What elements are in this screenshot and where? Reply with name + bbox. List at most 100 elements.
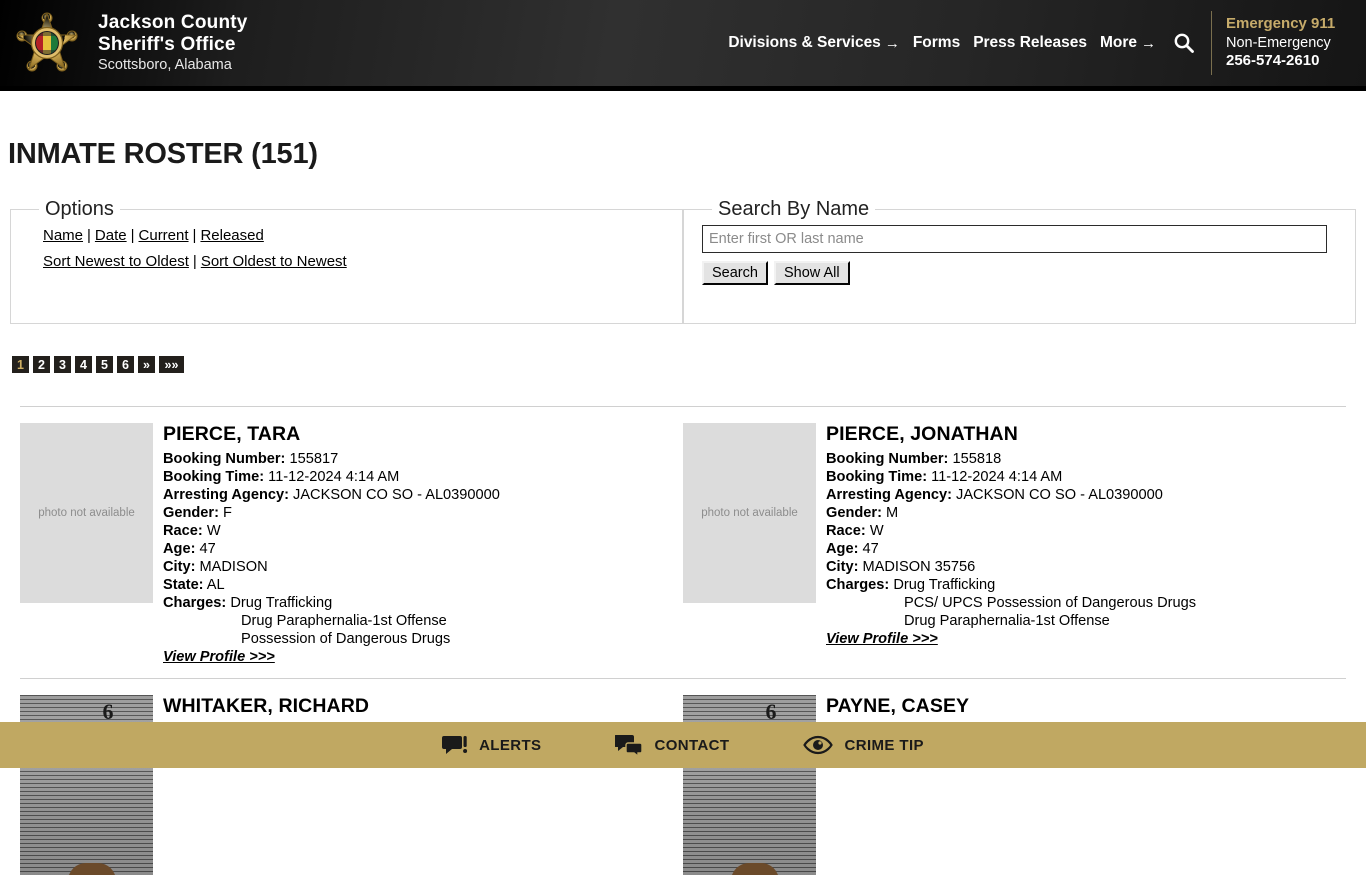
- option-link-name[interactable]: Name: [43, 227, 83, 244]
- nav-label: Divisions & Services: [728, 34, 881, 51]
- show-all-button[interactable]: Show All: [773, 261, 850, 285]
- field-value: F: [223, 505, 232, 521]
- option-link-sort-oldest-to-newest[interactable]: Sort Oldest to Newest: [201, 253, 347, 270]
- inmate-roster: photo not available PIERCE, TARA Booking…: [20, 406, 1346, 887]
- field-age: Age: 47: [826, 540, 1334, 558]
- field-gender: Gender: F: [163, 504, 671, 522]
- inmate-card: photo not available PIERCE, JONATHAN Boo…: [683, 423, 1346, 666]
- nav-item-press-releases[interactable]: Press Releases: [973, 34, 1087, 52]
- search-input[interactable]: [702, 225, 1327, 253]
- field-value: MADISON: [199, 559, 268, 575]
- field-label: Booking Time:: [826, 469, 928, 485]
- field-label: Gender:: [826, 505, 882, 521]
- alert-bubble-icon: [442, 734, 468, 756]
- brand-text: Jackson County Sheriff's Office Scottsbo…: [98, 12, 248, 75]
- separator: |: [130, 227, 135, 244]
- nav-label: Forms: [912, 34, 961, 51]
- field-label: City:: [826, 559, 859, 575]
- photo-not-available-placeholder: photo not available: [683, 423, 816, 603]
- page-link-5[interactable]: 5: [96, 356, 113, 373]
- inmate-card: photo not available PIERCE, TARA Booking…: [20, 423, 683, 666]
- charge-item: Drug Trafficking: [230, 595, 333, 611]
- non-emergency-label: Non-Emergency: [1226, 34, 1331, 51]
- inmate-info: PIERCE, JONATHAN Booking Number: 155818 …: [826, 423, 1334, 666]
- inmate-info: PIERCE, TARA Booking Number: 155817 Book…: [163, 423, 671, 666]
- page-link-next[interactable]: »: [138, 356, 155, 373]
- field-label: Age:: [163, 541, 196, 557]
- inmate-name: WHITAKER, RICHARD: [163, 695, 370, 717]
- bottom-action-bar: ALERTS CONTACT CRIME TIP: [0, 722, 1366, 768]
- separator: |: [192, 227, 197, 244]
- option-link-date[interactable]: Date: [95, 227, 127, 244]
- bottom-item-alerts[interactable]: ALERTS: [442, 734, 541, 756]
- search-panel-legend: Search By Name: [718, 198, 870, 220]
- inmate-name: PIERCE, JONATHAN: [826, 423, 1018, 445]
- brand[interactable]: Jackson County Sheriff's Office Scottsbo…: [0, 5, 248, 81]
- nav-item-forms[interactable]: Forms: [913, 34, 960, 52]
- separator: |: [87, 227, 91, 244]
- charge-item: Drug Trafficking: [893, 577, 996, 593]
- page-link-6[interactable]: 6: [117, 356, 134, 373]
- field-booking-number: Booking Number: 155817: [163, 450, 671, 468]
- field-value: 155817: [289, 451, 339, 467]
- view-profile-link[interactable]: View Profile >>>: [826, 631, 938, 647]
- field-label: Age:: [826, 541, 859, 557]
- option-link-released[interactable]: Released: [200, 227, 263, 244]
- roster-row: 6 WHITAKER, RICHARD 6 PAYNE, CASEY: [20, 678, 1346, 887]
- arrow-right-icon: →: [884, 34, 900, 52]
- page-link-2[interactable]: 2: [33, 356, 50, 373]
- option-link-current[interactable]: Current: [139, 227, 189, 244]
- field-value: 155818: [952, 451, 1002, 467]
- bottom-item-label: CRIME TIP: [844, 736, 924, 754]
- header-right: Divisions & Services → Forms Press Relea…: [728, 0, 1366, 86]
- field-state: State: AL: [163, 576, 671, 594]
- field-value: 47: [199, 541, 216, 557]
- charge-item: Drug Paraphernalia-1st Offense: [241, 613, 447, 629]
- field-booking-time: Booking Time: 11-12-2024 4:14 AM: [163, 468, 671, 486]
- field-label: Booking Number:: [163, 451, 286, 467]
- search-button[interactable]: Search: [702, 261, 768, 285]
- field-label: Charges:: [163, 595, 227, 611]
- photo-not-available-placeholder: photo not available: [20, 423, 153, 603]
- option-link-sort-newest-to-oldest[interactable]: Sort Newest to Oldest: [43, 253, 189, 270]
- search-icon[interactable]: [1171, 30, 1197, 56]
- options-row-sort: Sort Newest to Oldest | Sort Oldest to New…: [43, 249, 672, 275]
- field-value: 11-12-2024 4:14 AM: [268, 469, 400, 485]
- header-divider: [0, 86, 1366, 91]
- brand-line-office: Sheriff's Office: [98, 33, 236, 55]
- bottom-item-contact[interactable]: CONTACT: [615, 734, 729, 756]
- nav-label: More: [1099, 34, 1137, 51]
- options-row-filters: Name | Date | Current | Released: [43, 223, 672, 249]
- field-value: MADISON 35756: [862, 559, 976, 575]
- charge-item: Drug Paraphernalia-1st Offense: [904, 613, 1110, 629]
- field-label: Race:: [826, 523, 866, 539]
- separator: |: [192, 253, 197, 270]
- nav-item-divisions-services[interactable]: Divisions & Services →: [728, 34, 900, 52]
- field-label: Arresting Agency:: [163, 487, 289, 503]
- emergency-contact-block: Emergency 911 Non-Emergency 256-574-2610: [1211, 11, 1366, 75]
- field-label: Charges:: [826, 577, 890, 593]
- nav-item-more[interactable]: More →: [1100, 34, 1156, 52]
- field-label: Race:: [163, 523, 203, 539]
- field-gender: Gender: M: [826, 504, 1334, 522]
- inmate-name: PIERCE, TARA: [163, 423, 301, 445]
- page-link-last[interactable]: »»: [159, 356, 184, 373]
- brand-line-county: Jackson County: [98, 11, 248, 33]
- field-arresting-agency: Arresting Agency: JACKSON CO SO - AL0390…: [163, 486, 671, 504]
- page-link-1[interactable]: 1: [12, 356, 29, 373]
- options-panel: Options Name | Date | Current | Released Sort …: [10, 198, 683, 324]
- field-value: AL: [206, 577, 225, 593]
- page-link-3[interactable]: 3: [54, 356, 71, 373]
- options-panel-legend: Options: [45, 198, 114, 220]
- field-label: City:: [163, 559, 196, 575]
- eye-icon: [803, 735, 834, 755]
- search-panel: Search By Name Search Show All: [683, 198, 1356, 324]
- chat-bubbles-icon: [615, 734, 644, 756]
- mugshot-wrapper: photo not available: [683, 423, 826, 666]
- field-age: Age: 47: [163, 540, 671, 558]
- field-label: Booking Time:: [163, 469, 265, 485]
- view-profile-link[interactable]: View Profile >>>: [163, 649, 275, 665]
- bottom-item-crime-tip[interactable]: CRIME TIP: [803, 735, 924, 755]
- page-link-4[interactable]: 4: [75, 356, 92, 373]
- non-emergency-phone[interactable]: 256-574-2610: [1226, 52, 1354, 71]
